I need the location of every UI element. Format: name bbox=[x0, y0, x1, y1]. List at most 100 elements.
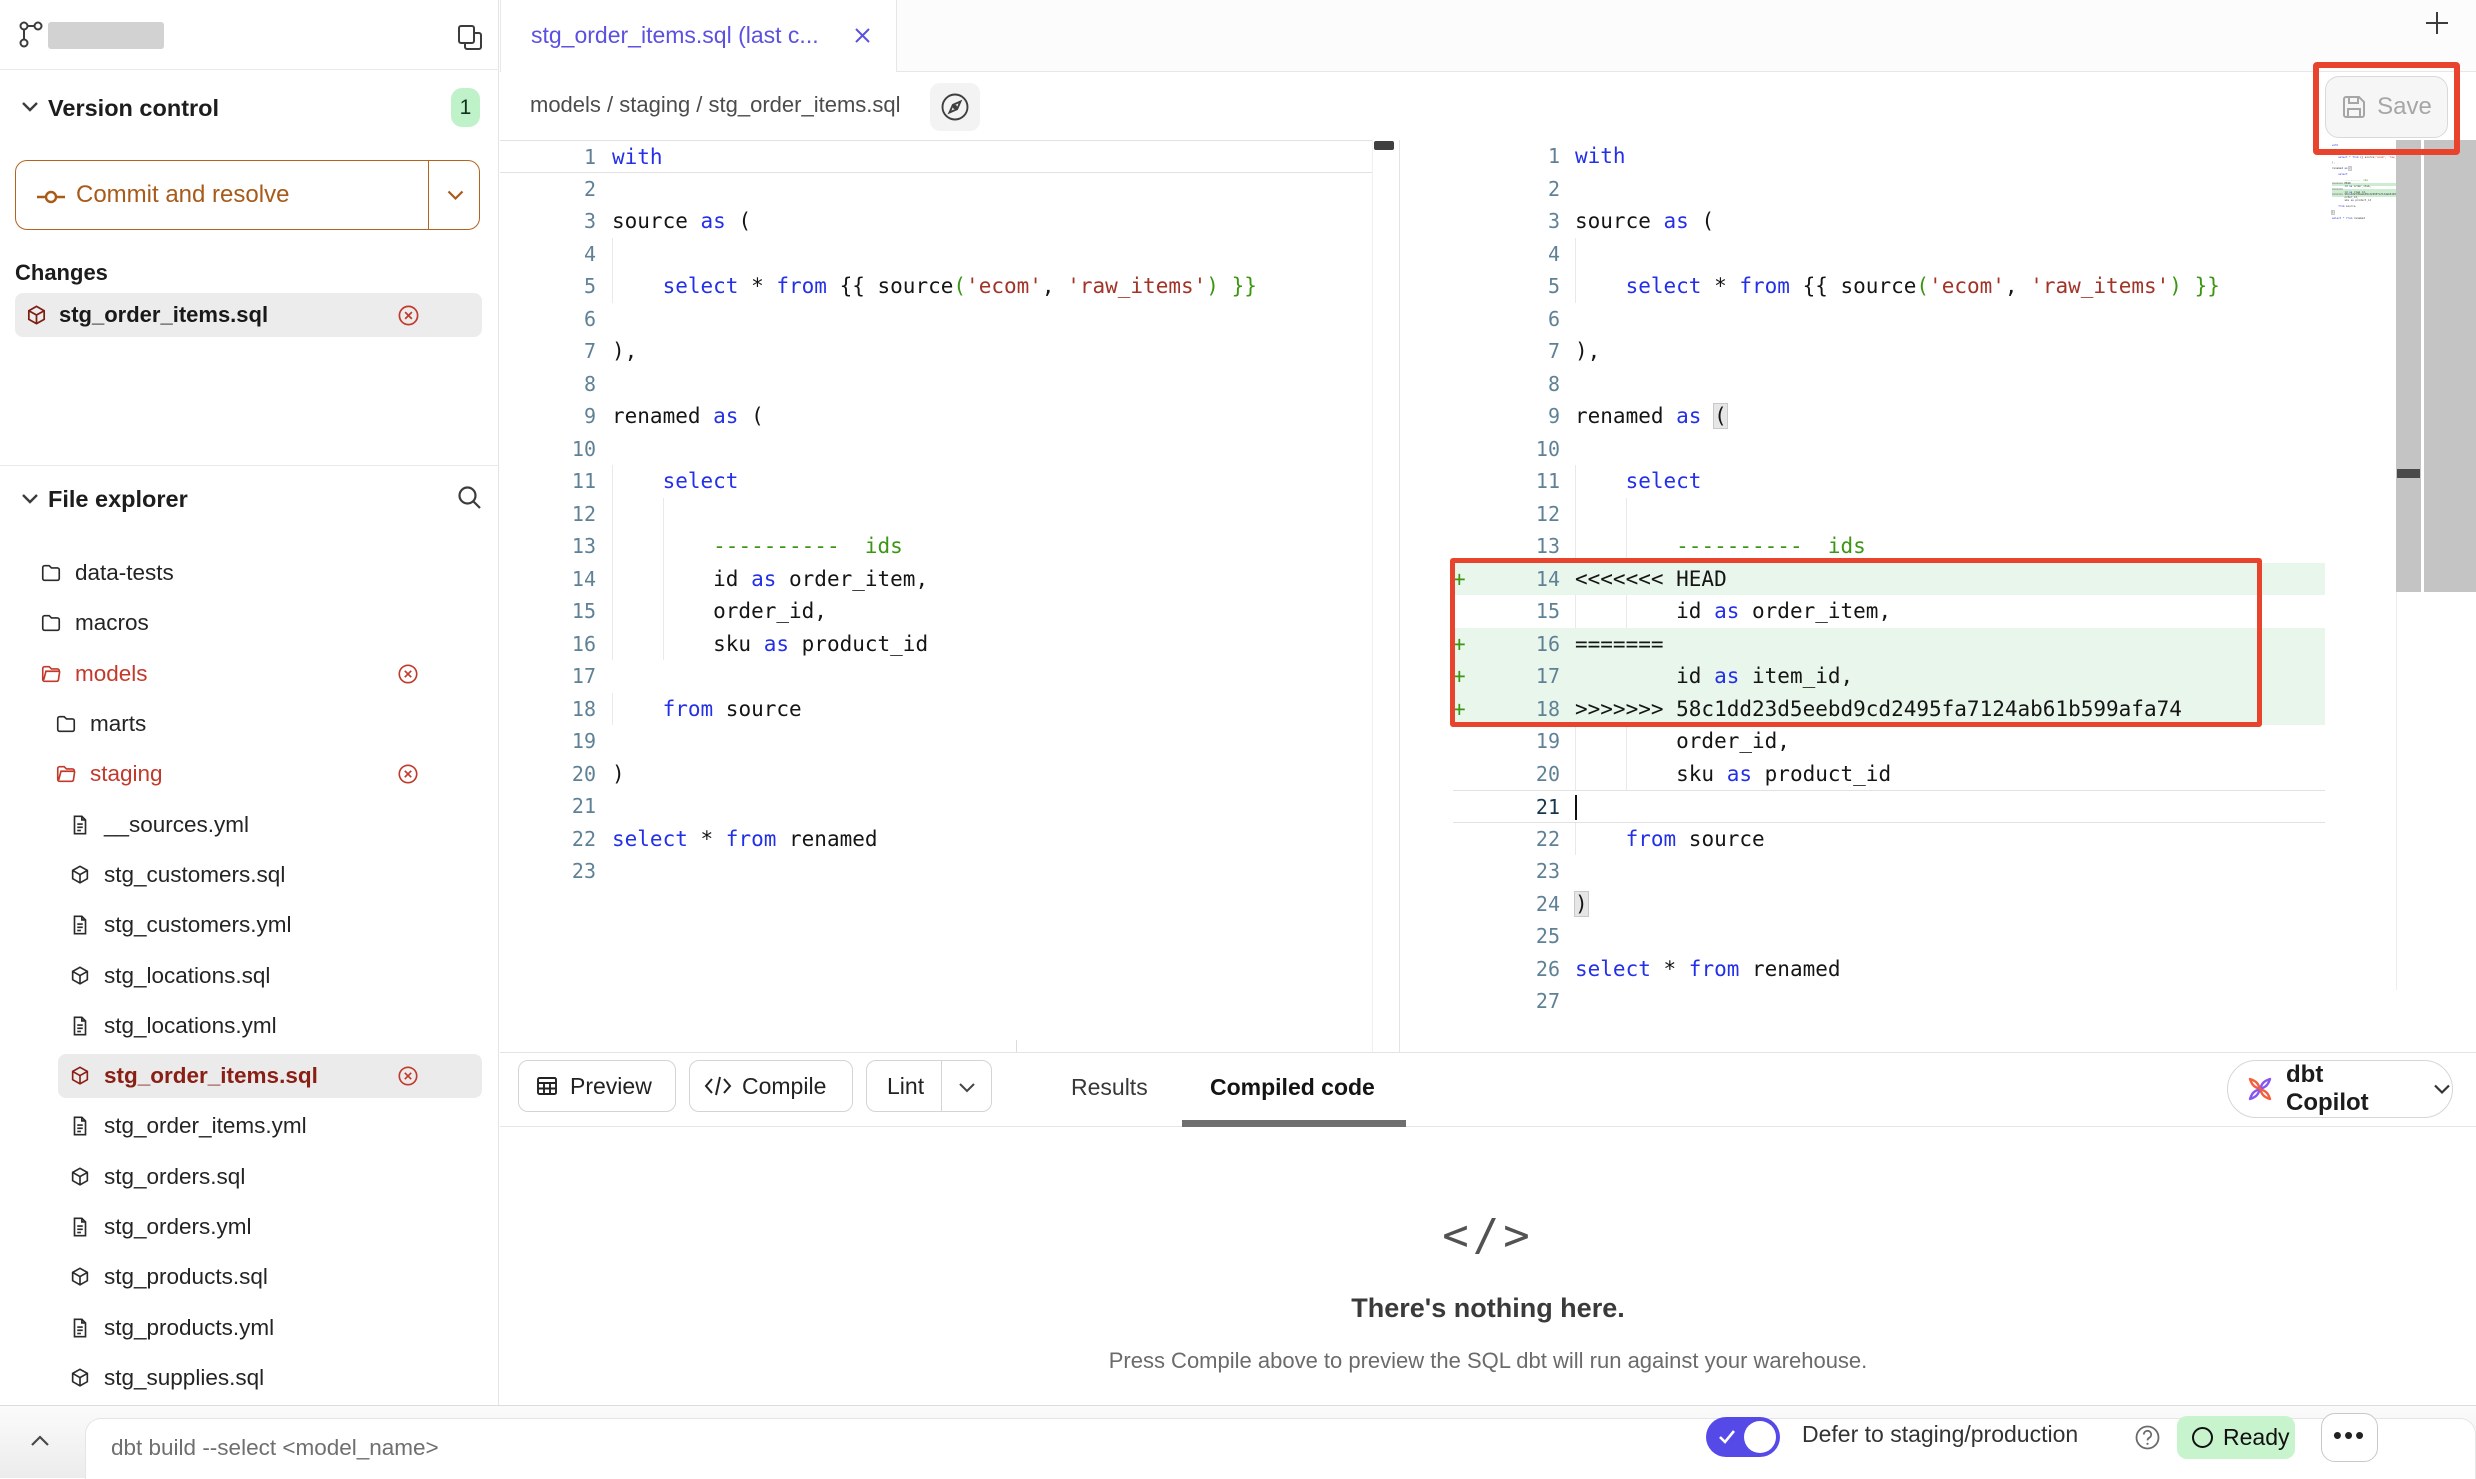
code-line-11[interactable]: 11 select bbox=[1453, 465, 2325, 498]
code-line-20[interactable]: 20) bbox=[500, 758, 1372, 791]
discard-circle-x-icon[interactable] bbox=[397, 663, 419, 685]
code-line-9[interactable]: 9renamed as ( bbox=[1453, 400, 2325, 433]
code-line-13[interactable]: 13 ---------- ids bbox=[500, 530, 1372, 563]
code-line-21[interactable]: 21 bbox=[1453, 790, 2325, 823]
file-row-stg_customers.yml[interactable]: stg_customers.yml bbox=[0, 900, 499, 950]
code-line-6[interactable]: 6 bbox=[500, 303, 1372, 336]
code-line-19[interactable]: 19 order_id, bbox=[1453, 725, 2325, 758]
code-line-11[interactable]: 11 select bbox=[500, 465, 1372, 498]
code-line-5[interactable]: 5 select * from {{ source('ecom', 'raw_i… bbox=[1453, 270, 2325, 303]
copy-icon[interactable] bbox=[457, 24, 483, 52]
command-input[interactable]: dbt build --select <model_name> bbox=[85, 1418, 2476, 1479]
file-row-stg_orders.yml[interactable]: stg_orders.yml bbox=[0, 1202, 499, 1252]
code-line-23[interactable]: 23 bbox=[500, 855, 1372, 888]
more-options-button[interactable]: ••• bbox=[2321, 1413, 2378, 1462]
discard-circle-x-icon[interactable] bbox=[397, 304, 420, 327]
chevron-down-icon[interactable] bbox=[20, 492, 40, 506]
code-line-14[interactable]: +14<<<<<<< HEAD bbox=[1453, 563, 2325, 596]
left-scrollbar-thumb[interactable] bbox=[1374, 141, 1394, 150]
file-row-stg_orders.sql[interactable]: stg_orders.sql bbox=[0, 1152, 499, 1202]
code-line-25[interactable]: 25 bbox=[1453, 920, 2325, 953]
code-line-10[interactable]: 10 bbox=[1453, 433, 2325, 466]
code-line-24[interactable]: 24) bbox=[1453, 888, 2325, 921]
search-icon[interactable] bbox=[456, 484, 483, 511]
tab-stg-order-items[interactable]: stg_order_items.sql (last c... bbox=[500, 0, 897, 73]
code-line-7[interactable]: 7), bbox=[1453, 335, 2325, 368]
file-row-models[interactable]: models bbox=[0, 649, 499, 699]
code-line-12[interactable]: 12 bbox=[500, 498, 1372, 531]
lint-button[interactable]: Lint bbox=[866, 1060, 992, 1112]
compile-button[interactable]: Compile bbox=[689, 1060, 853, 1112]
chevron-down-icon[interactable] bbox=[20, 100, 40, 114]
file-row-stg_customers.sql[interactable]: stg_customers.sql bbox=[0, 850, 499, 900]
code-line-18[interactable]: 18 from source bbox=[500, 693, 1372, 726]
file-row-stg_products.yml[interactable]: stg_products.yml bbox=[0, 1302, 499, 1352]
file-row-data-tests[interactable]: data-tests bbox=[0, 548, 499, 598]
code-line-21[interactable]: 21 bbox=[500, 790, 1372, 823]
right-scrollbar-track[interactable] bbox=[2396, 140, 2421, 592]
file-row-stg_order_items.sql[interactable]: stg_order_items.sql bbox=[0, 1051, 499, 1101]
code-line-14[interactable]: 14 id as order_item, bbox=[500, 563, 1372, 596]
lint-dropdown[interactable] bbox=[941, 1061, 992, 1111]
code-line-13[interactable]: 13 ---------- ids bbox=[1453, 530, 2325, 563]
new-tab-plus-icon[interactable] bbox=[2423, 9, 2451, 37]
code-line-22[interactable]: 22select * from renamed bbox=[500, 823, 1372, 856]
code-line-23[interactable]: 23 bbox=[1453, 855, 2325, 888]
file-row-stg_order_items.yml[interactable]: stg_order_items.yml bbox=[0, 1101, 499, 1151]
code-line-1[interactable]: 1with bbox=[1453, 140, 2325, 173]
code-line-4[interactable]: 4 bbox=[1453, 238, 2325, 271]
code-line-17[interactable]: 17 bbox=[500, 660, 1372, 693]
help-question-icon[interactable] bbox=[2134, 1424, 2161, 1451]
code-editor-right-pane[interactable]: 1with23source as (45 select * from {{ so… bbox=[1453, 140, 2325, 1018]
code-line-18[interactable]: +18>>>>>>> 58c1dd23d5eebd9cd2495fa7124ab… bbox=[1453, 693, 2325, 726]
code-line-3[interactable]: 3source as ( bbox=[500, 205, 1372, 238]
defer-toggle[interactable] bbox=[1706, 1417, 1780, 1457]
code-line-2[interactable]: 2 bbox=[500, 173, 1372, 206]
file-row-stg_locations.yml[interactable]: stg_locations.yml bbox=[0, 1001, 499, 1051]
git-branch-icon[interactable] bbox=[18, 20, 44, 50]
code-line-5[interactable]: 5 select * from {{ source('ecom', 'raw_i… bbox=[500, 270, 1372, 303]
discard-circle-x-icon[interactable] bbox=[397, 763, 419, 785]
code-line-22[interactable]: 22 from source bbox=[1453, 823, 2325, 856]
code-line-4[interactable]: 4 bbox=[500, 238, 1372, 271]
chevron-up-icon[interactable] bbox=[28, 1433, 52, 1448]
code-line-27[interactable]: 27 bbox=[1453, 985, 2325, 1018]
code-line-12[interactable]: 12 bbox=[1453, 498, 2325, 531]
close-icon[interactable] bbox=[853, 26, 872, 45]
save-button[interactable]: Save bbox=[2325, 76, 2448, 138]
commit-and-resolve-button[interactable]: Commit and resolve bbox=[15, 160, 480, 230]
changed-file-row[interactable]: stg_order_items.sql bbox=[15, 293, 482, 337]
code-line-20[interactable]: 20 sku as product_id bbox=[1453, 758, 2325, 791]
code-line-9[interactable]: 9renamed as ( bbox=[500, 400, 1372, 433]
tab-compiled-code[interactable]: Compiled code bbox=[1210, 1074, 1375, 1101]
code-line-8[interactable]: 8 bbox=[1453, 368, 2325, 401]
code-line-1[interactable]: 1with bbox=[500, 140, 1372, 173]
code-line-26[interactable]: 26select * from renamed bbox=[1453, 953, 2325, 986]
code-line-8[interactable]: 8 bbox=[500, 368, 1372, 401]
file-row-stg_locations.sql[interactable]: stg_locations.sql bbox=[0, 950, 499, 1000]
code-line-7[interactable]: 7), bbox=[500, 335, 1372, 368]
code-line-15[interactable]: 15 id as order_item, bbox=[1453, 595, 2325, 628]
code-line-2[interactable]: 2 bbox=[1453, 173, 2325, 206]
file-row-macros[interactable]: macros bbox=[0, 598, 499, 648]
right-scrollbar-thumb[interactable] bbox=[2397, 469, 2420, 478]
dbt-copilot-button[interactable]: dbt Copilot bbox=[2227, 1060, 2453, 1118]
commit-dropdown[interactable] bbox=[428, 161, 481, 229]
code-line-17[interactable]: +17 id as item_id, bbox=[1453, 660, 2325, 693]
file-row-__sources.yml[interactable]: __sources.yml bbox=[0, 799, 499, 849]
code-line-10[interactable]: 10 bbox=[500, 433, 1372, 466]
code-editor-left-pane[interactable]: 1with23source as (45 select * from {{ so… bbox=[500, 140, 1372, 888]
tab-results[interactable]: Results bbox=[1071, 1074, 1148, 1101]
file-row-stg_products.sql[interactable]: stg_products.sql bbox=[0, 1252, 499, 1302]
code-line-6[interactable]: 6 bbox=[1453, 303, 2325, 336]
code-line-15[interactable]: 15 order_id, bbox=[500, 595, 1372, 628]
code-line-16[interactable]: +16======= bbox=[1453, 628, 2325, 661]
minimap[interactable]: with source as ( select * from {{ source… bbox=[2325, 140, 2396, 618]
code-line-16[interactable]: 16 sku as product_id bbox=[500, 628, 1372, 661]
pane-divider[interactable] bbox=[1399, 140, 1400, 1052]
code-line-3[interactable]: 3source as ( bbox=[1453, 205, 2325, 238]
file-row-staging[interactable]: staging bbox=[0, 749, 499, 799]
code-line-19[interactable]: 19 bbox=[500, 725, 1372, 758]
lineage-compass-icon[interactable] bbox=[930, 83, 980, 131]
file-row-stg_supplies.sql[interactable]: stg_supplies.sql bbox=[0, 1353, 499, 1403]
